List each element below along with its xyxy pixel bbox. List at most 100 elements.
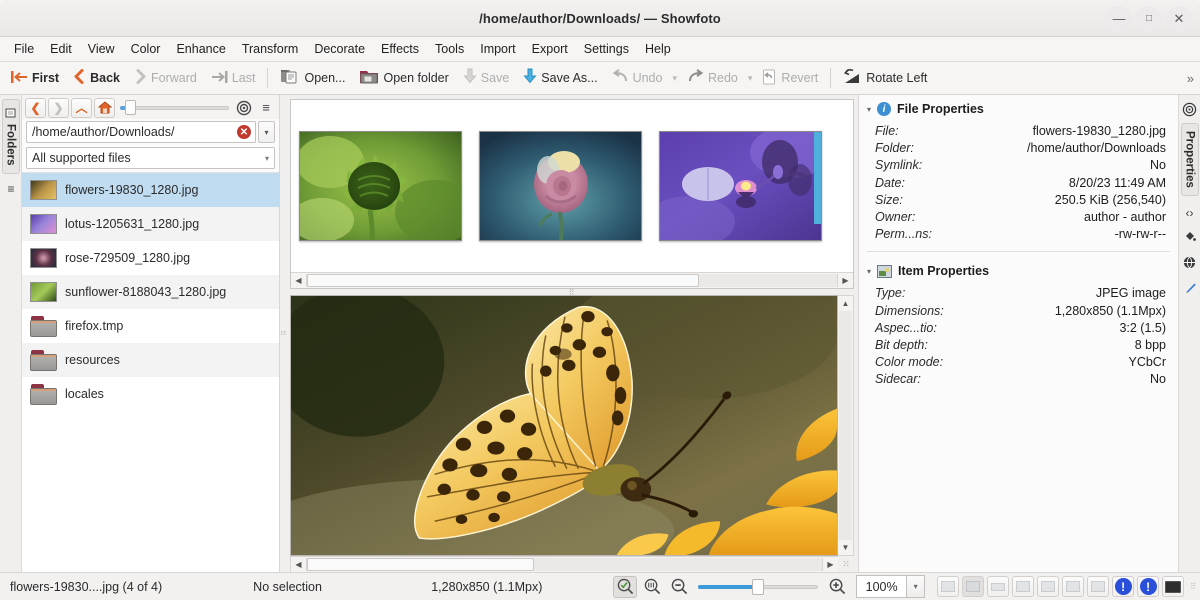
- item-properties-header[interactable]: ▾ Item Properties: [867, 264, 1168, 278]
- color-fill-icon[interactable]: [1183, 230, 1196, 246]
- view-original-button[interactable]: [1062, 576, 1084, 597]
- scroll-left-arrow-icon[interactable]: ◀: [291, 273, 306, 288]
- file-list-item[interactable]: sunflower-8188043_1280.jpg: [22, 275, 279, 309]
- menu-edit[interactable]: Edit: [42, 40, 80, 58]
- image-hscroll-track[interactable]: [306, 558, 823, 571]
- thumbnail-item-sunflower[interactable]: [299, 131, 462, 241]
- first-button[interactable]: First: [4, 67, 66, 90]
- maximize-button[interactable]: □: [1136, 6, 1162, 32]
- revert-button[interactable]: Revert: [755, 66, 825, 91]
- zoom-fit-icon[interactable]: [613, 576, 637, 598]
- image-hscroll-handle[interactable]: [307, 558, 534, 571]
- view-link-button[interactable]: [1012, 576, 1034, 597]
- save-button[interactable]: Save: [456, 65, 517, 91]
- nav-forward-button[interactable]: ❯: [48, 98, 69, 118]
- path-dropdown-button[interactable]: ▾: [258, 121, 275, 143]
- image-canvas[interactable]: [290, 295, 838, 556]
- menu-view[interactable]: View: [80, 40, 123, 58]
- view-wide-button[interactable]: [987, 576, 1009, 597]
- image-vscrollbar[interactable]: ▲ ▼: [838, 295, 854, 556]
- menu-export[interactable]: Export: [524, 40, 576, 58]
- view-target-button[interactable]: [1087, 576, 1109, 597]
- sidebar-tab-properties[interactable]: Properties: [1181, 123, 1199, 196]
- nav-up-button[interactable]: ︿: [71, 98, 92, 118]
- view-single-button[interactable]: [937, 576, 959, 597]
- undo-dropdown-icon[interactable]: ▾: [669, 73, 680, 84]
- thumbnail-item-rose[interactable]: [479, 131, 642, 241]
- open-button[interactable]: Open...: [273, 65, 352, 91]
- left-strip-menu-icon[interactable]: ≡: [7, 182, 13, 196]
- thumbnail-size-slider[interactable]: [120, 99, 229, 117]
- zoom-actual-size-icon[interactable]: [640, 576, 664, 598]
- view-compare-button[interactable]: [962, 576, 984, 597]
- scroll-right-arrow-icon[interactable]: ▶: [838, 273, 853, 288]
- file-filter-combo[interactable]: All supported files ▾: [26, 147, 275, 169]
- redo-button[interactable]: Redo: [680, 66, 745, 90]
- collapse-arrow-icon[interactable]: ▾: [867, 105, 871, 114]
- zoom-level-dropdown-icon[interactable]: ▾: [906, 575, 925, 598]
- forward-button[interactable]: Forward: [127, 66, 204, 90]
- menu-tools[interactable]: Tools: [427, 40, 472, 58]
- zoom-level-combo[interactable]: 100% ▾: [856, 575, 925, 598]
- image-hscrollbar[interactable]: ◀ ▶: [290, 556, 838, 572]
- file-list-item[interactable]: firefox.tmp: [22, 309, 279, 343]
- file-list-item[interactable]: flowers-19830_1280.jpg: [22, 173, 279, 207]
- thumbnail-hscrollbar[interactable]: ◀ ▶: [291, 272, 853, 288]
- thumbnail-scroll-handle[interactable]: [307, 274, 699, 287]
- minimize-button[interactable]: —: [1106, 6, 1132, 32]
- scroll-up-arrow-icon[interactable]: ▲: [838, 296, 853, 311]
- zoom-out-icon[interactable]: [667, 576, 691, 598]
- thumbnail-scroll-track[interactable]: [306, 274, 838, 287]
- thumbnail-strip[interactable]: [291, 100, 853, 272]
- file-list-item[interactable]: rose-729509_1280.jpg: [22, 241, 279, 275]
- status-resize-grip[interactable]: ⠿: [1190, 582, 1196, 591]
- back-button[interactable]: Back: [66, 66, 127, 90]
- collapse-arrow-icon[interactable]: ▾: [867, 267, 871, 276]
- geolocation-globe-icon[interactable]: [1183, 256, 1196, 272]
- file-list-item[interactable]: locales: [22, 377, 279, 411]
- clear-path-icon[interactable]: ✕: [237, 125, 251, 139]
- folder-view-target-icon[interactable]: [234, 98, 254, 118]
- nav-home-button[interactable]: [94, 98, 115, 118]
- file-list[interactable]: flowers-19830_1280.jpglotus-1205631_1280…: [22, 172, 279, 572]
- undo-button[interactable]: Undo: [605, 66, 670, 90]
- under-exposure-button[interactable]: !: [1112, 576, 1134, 597]
- properties-target-icon[interactable]: [1180, 99, 1200, 119]
- last-button[interactable]: Last: [204, 67, 263, 90]
- file-properties-header[interactable]: ▾ i File Properties: [867, 102, 1168, 116]
- open-folder-button[interactable]: Open folder: [352, 65, 455, 91]
- file-list-item[interactable]: lotus-1205631_1280.jpg: [22, 207, 279, 241]
- menu-import[interactable]: Import: [472, 40, 523, 58]
- rotate-left-button[interactable]: Rotate Left: [836, 65, 934, 91]
- zoom-level-value[interactable]: 100%: [856, 575, 906, 598]
- folder-options-menu-icon[interactable]: ≡: [256, 98, 276, 118]
- nav-back-button[interactable]: ❮: [25, 98, 46, 118]
- scroll-left-arrow-icon[interactable]: ◀: [291, 557, 306, 572]
- menu-transform[interactable]: Transform: [234, 40, 307, 58]
- resize-grip-icon[interactable]: ⁙: [838, 556, 854, 572]
- redo-dropdown-icon[interactable]: ▾: [745, 73, 756, 84]
- close-button[interactable]: ✕: [1166, 6, 1192, 32]
- menu-effects[interactable]: Effects: [373, 40, 427, 58]
- scroll-down-arrow-icon[interactable]: ▼: [838, 540, 853, 555]
- save-as-button[interactable]: Save As...: [516, 65, 604, 91]
- file-list-item[interactable]: resources: [22, 343, 279, 377]
- zoom-slider-handle[interactable]: [752, 579, 764, 595]
- metadata-code-icon[interactable]: ‹›: [1186, 206, 1194, 220]
- over-exposure-button[interactable]: !: [1137, 576, 1159, 597]
- zoom-slider[interactable]: [698, 578, 818, 596]
- edit-pencil-icon[interactable]: [1183, 282, 1197, 299]
- slider-handle[interactable]: [125, 100, 136, 115]
- path-input[interactable]: /home/author/Downloads/ ✕: [26, 121, 256, 143]
- menu-color[interactable]: Color: [123, 40, 169, 58]
- menu-settings[interactable]: Settings: [576, 40, 637, 58]
- scroll-right-arrow-icon[interactable]: ▶: [823, 557, 838, 572]
- menu-decorate[interactable]: Decorate: [306, 40, 373, 58]
- zoom-in-icon[interactable]: [825, 576, 849, 598]
- image-vscroll-track[interactable]: [839, 311, 852, 540]
- sidebar-tab-folders[interactable]: Folders: [2, 99, 20, 174]
- menu-enhance[interactable]: Enhance: [168, 40, 233, 58]
- menu-help[interactable]: Help: [637, 40, 679, 58]
- view-unlink-button[interactable]: [1037, 576, 1059, 597]
- toolbar-overflow-button[interactable]: »: [1187, 71, 1194, 86]
